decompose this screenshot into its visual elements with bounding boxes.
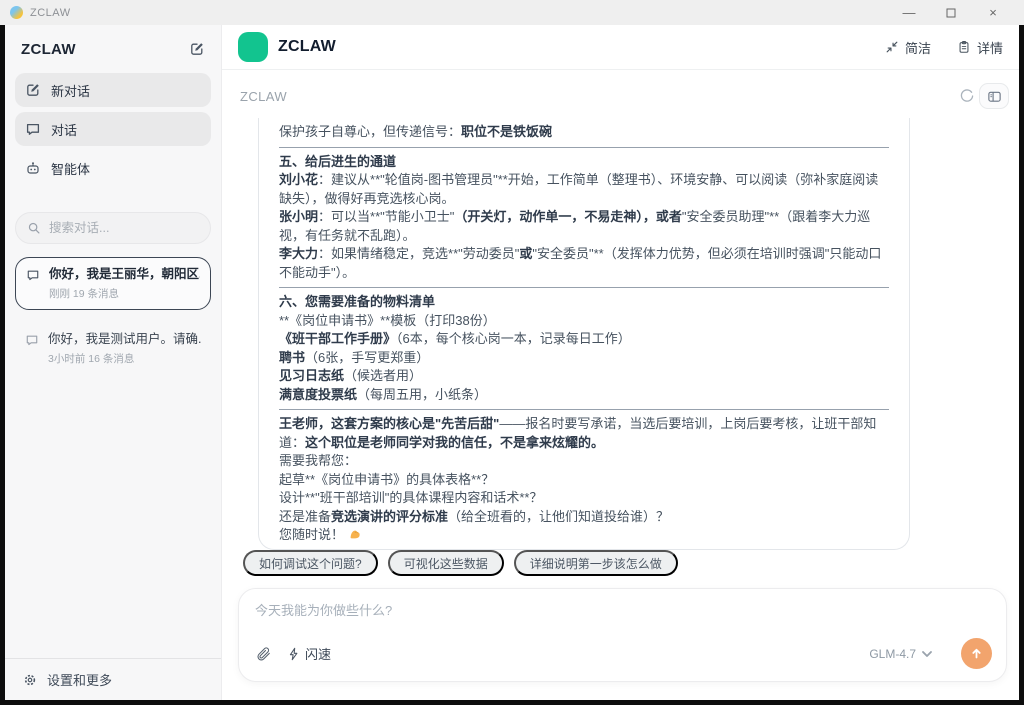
conversation-text: 你好，我是测试用户。请确... 3小时前 16 条消息 — [48, 331, 201, 366]
peer-tools — [959, 83, 1009, 109]
message-line: 满意度投票纸（每周五用，小纸条） — [279, 386, 889, 405]
model-name: GLM-4.7 — [869, 647, 916, 661]
message-line: 《班干部工作手册》（6本，每个核心岗一本，记录每日工作） — [279, 330, 889, 349]
search-input[interactable] — [49, 221, 179, 235]
message-divider — [279, 147, 889, 148]
chevron-down-icon — [919, 646, 935, 662]
settings-button[interactable]: 设置和更多 — [5, 658, 221, 700]
peer-row: ZCLAW — [222, 70, 1019, 118]
conversation-meta: 刚刚 19 条消息 — [49, 286, 200, 301]
close-button[interactable]: × — [972, 0, 1014, 25]
sidebar-title: ZCLAW — [21, 41, 76, 58]
message-line: 还是准备竞选演讲的评分标准（给全班看的，让他们知道投给谁）？ — [279, 508, 889, 527]
message-line: 聘书（6张，手写更郑重） — [279, 349, 889, 368]
message-line: 五、给后进生的通道 — [279, 153, 889, 172]
edit-icon — [25, 82, 41, 98]
conversation-title: 你好，我是测试用户。请确... — [48, 331, 201, 348]
search-icon — [27, 221, 41, 235]
sidebar-spacer — [15, 374, 211, 658]
conversation-item-current[interactable]: 你好，我是王丽华，朝阳区... 刚刚 19 条消息 — [15, 257, 211, 310]
message-line: 需要我帮您： — [279, 452, 889, 471]
message-line: 见习日志纸（候选者用） — [279, 367, 889, 386]
message-divider — [279, 409, 889, 410]
titlebar-app-name: ZCLAW — [30, 7, 71, 19]
message-line: 六、您需要准备的物料清单 — [279, 293, 889, 312]
conversation-title: 你好，我是王丽华，朝阳区... — [49, 266, 200, 283]
titlebar: ZCLAW — × — [0, 0, 1024, 25]
message-divider — [279, 287, 889, 288]
window-controls: — × — [888, 0, 1014, 25]
sidebar-header: ZCLAW — [15, 25, 211, 73]
details-button[interactable]: 详情 — [957, 38, 1003, 57]
chat-title: ZCLAW — [278, 38, 336, 56]
suggestion-chip[interactable]: 详细说明第一步该怎么做 — [514, 550, 678, 576]
compact-mode-label: 简洁 — [905, 38, 931, 57]
maximize-button[interactable] — [930, 0, 972, 25]
quick-mode-label: 闪速 — [305, 644, 331, 663]
sidebar-item-label: 新对话 — [51, 81, 90, 100]
chat-scroll-area[interactable]: ZCLAW 保护孩子自尊心，但传递信号：职位不是铁饭碗五、给后进生的通道刘小花：… — [222, 70, 1019, 550]
app-window: ZCLAW — × ZCLAW 新对话 对话 智能体 — [0, 0, 1024, 705]
header-actions: 简洁 详情 — [885, 38, 1003, 57]
message-line: 起草**《岗位申请书》的具体表格**？ — [279, 471, 889, 490]
suggestion-chips: 如何调试这个问题? 可视化这些数据 详细说明第一步该怎么做 — [243, 550, 1019, 576]
composer-toolbar: 闪速 GLM-4.7 — [255, 638, 992, 669]
message-line: **《岗位申请书》**模板（打印38份） — [279, 312, 889, 331]
chat-header: ZCLAW 简洁 详情 — [222, 25, 1019, 70]
collapse-icon — [885, 40, 899, 54]
search-box[interactable] — [15, 212, 211, 244]
sidebar-item-chats[interactable]: 对话 — [15, 112, 211, 146]
bottom-spacer — [222, 682, 1019, 700]
message-line: 李大力：如果情绪稳定，竞选**"劳动委员"或"安全委员"**（发挥体力优势，但必… — [279, 245, 889, 282]
suggestion-chip[interactable]: 如何调试这个问题? — [243, 550, 378, 576]
main-panel: ZCLAW 简洁 详情 ZCLAW — [222, 25, 1019, 700]
compose-icon[interactable] — [189, 41, 205, 57]
message-line: 您随时说！ — [279, 526, 889, 545]
panel-toggle-button[interactable] — [979, 83, 1009, 109]
details-label: 详情 — [977, 38, 1003, 57]
minimize-button[interactable]: — — [888, 0, 930, 25]
message-line: 王老师，这套方案的核心是"先苦后甜"——报名时要写承诺，当选后要培训，上岗后要考… — [279, 415, 889, 452]
message-line: 张小明：可以当**"节能小卫士"（开关灯，动作单一，不易走神），或者"安全委员助… — [279, 208, 889, 245]
chat-bubble-icon — [26, 268, 40, 282]
window-frame: ZCLAW 新对话 对话 智能体 你好，我 — [0, 25, 1024, 705]
message-line: 保护孩子自尊心，但传递信号：职位不是铁饭碗 — [279, 123, 889, 142]
suggestion-chip[interactable]: 可视化这些数据 — [388, 550, 504, 576]
message-line: 设计**"班干部培训"的具体课程内容和话术**？ — [279, 489, 889, 508]
message-input[interactable] — [255, 603, 992, 618]
message-line: 刘小花：建议从**"轮值岗-图书管理员"**开始，工作简单（整理书）、环境安静、… — [279, 171, 889, 208]
sidebar-item-new-chat[interactable]: 新对话 — [15, 73, 211, 107]
sidebar-item-agents[interactable]: 智能体 — [15, 151, 211, 185]
lightning-icon — [287, 647, 301, 661]
send-button[interactable] — [961, 638, 992, 669]
quick-mode-button[interactable]: 闪速 — [287, 644, 331, 663]
app-logo — [238, 32, 268, 62]
compact-mode-button[interactable]: 简洁 — [885, 38, 931, 57]
chat-bubble-icon — [25, 333, 39, 347]
chat-bubble-icon — [25, 121, 41, 137]
robot-icon — [25, 160, 41, 176]
attach-icon[interactable] — [255, 646, 271, 662]
muscle-emoji-icon — [348, 527, 362, 542]
clipboard-icon — [957, 40, 971, 54]
refresh-icon[interactable] — [959, 88, 975, 104]
sidebar-item-label: 对话 — [51, 120, 77, 139]
conversation-item[interactable]: 你好，我是测试用户。请确... 3小时前 16 条消息 — [15, 323, 211, 374]
composer: 闪速 GLM-4.7 — [238, 588, 1007, 682]
settings-label: 设置和更多 — [47, 670, 112, 689]
sidebar-item-label: 智能体 — [51, 159, 90, 178]
app-icon — [10, 6, 23, 19]
sidebar: ZCLAW 新对话 对话 智能体 你好，我 — [5, 25, 222, 700]
gear-icon — [23, 673, 37, 687]
assistant-message: 保护孩子自尊心，但传递信号：职位不是铁饭碗五、给后进生的通道刘小花：建议从**"… — [258, 118, 910, 550]
peer-label: ZCLAW — [240, 89, 287, 104]
model-selector[interactable]: GLM-4.7 — [869, 646, 935, 662]
conversation-text: 你好，我是王丽华，朝阳区... 刚刚 19 条消息 — [49, 266, 200, 301]
conversation-meta: 3小时前 16 条消息 — [48, 351, 201, 366]
